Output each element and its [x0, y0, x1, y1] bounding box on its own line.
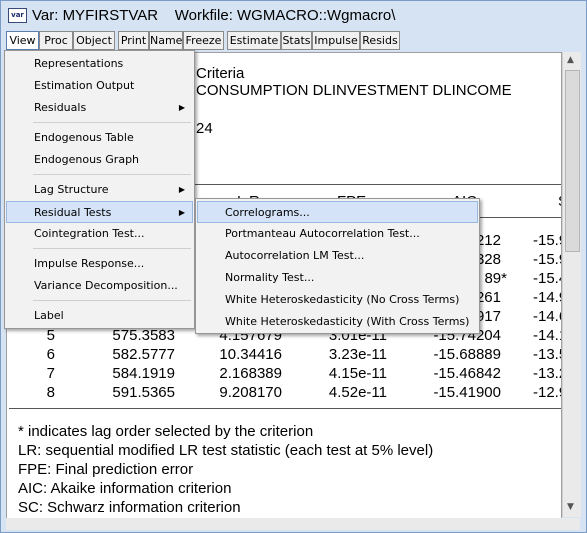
resids-button[interactable]: Resids — [360, 31, 400, 50]
sc-cell: -15.9 — [533, 232, 561, 249]
lag-cell: 6 — [46, 346, 55, 363]
menu-item-endogenous-graph[interactable]: Endogenous Graph — [6, 149, 193, 171]
sc-cell: -13.2 — [533, 365, 561, 382]
menu-item-lag-structure[interactable]: Lag Structure ▶ — [6, 179, 193, 201]
lr-cell: 9.208170 — [219, 384, 282, 401]
submenu-item-white-with-cross[interactable]: White Heteroskedasticity (With Cross Ter… — [197, 311, 478, 333]
submenu-arrow-icon: ▶ — [178, 185, 185, 194]
sc-cell: -14.6 — [533, 308, 561, 325]
stats-button[interactable]: Stats — [281, 31, 312, 50]
endogenous-variables-line: CONSUMPTION DLINVESTMENT DLINCOME — [196, 82, 512, 99]
note-line: FPE: Final prediction error — [18, 461, 194, 478]
estimate-button[interactable]: Estimate — [227, 31, 281, 50]
aic-cell: -15.41900 — [433, 384, 501, 401]
aic-cell: -15.68889 — [433, 346, 501, 363]
scroll-up-icon[interactable]: ▲ — [567, 55, 574, 65]
note-line: SC: Schwarz information criterion — [18, 499, 241, 516]
sc-cell: -13.5 — [533, 346, 561, 363]
menu-item-variance-decomposition[interactable]: Variance Decomposition... — [6, 275, 193, 297]
lr-cell: 2.168389 — [219, 365, 282, 382]
logl-cell: 575.3583 — [112, 327, 175, 344]
menu-item-label[interactable]: Label — [6, 305, 193, 327]
impulse-button[interactable]: Impulse — [312, 31, 360, 50]
menu-item-endogenous-table[interactable]: Endogenous Table — [6, 127, 193, 149]
included-observations-line: 24 — [196, 120, 213, 137]
menu-item-residual-tests[interactable]: Residual Tests ▶ — [6, 201, 193, 223]
sc-cell: -15.9 — [533, 251, 561, 268]
sc-cell: -14.9 — [533, 289, 561, 306]
criteria-title: Criteria — [196, 65, 245, 82]
freeze-button[interactable]: Freeze — [183, 31, 224, 50]
menu-item-residuals[interactable]: Residuals ▶ — [6, 97, 193, 119]
menu-separator — [33, 300, 191, 301]
residual-tests-submenu: Correlograms... Portmanteau Autocorrelat… — [195, 198, 480, 334]
horizontal-scrollbar[interactable] — [6, 518, 580, 530]
scroll-thumb[interactable] — [565, 70, 580, 252]
note-line: * indicates lag order selected by the cr… — [18, 423, 314, 440]
lr-cell: 10.34416 — [219, 346, 282, 363]
submenu-arrow-icon: ▶ — [178, 103, 185, 112]
submenu-item-lm-test[interactable]: Autocorrelation LM Test... — [197, 245, 478, 267]
view-menu: Representations Estimation Output Residu… — [4, 50, 195, 329]
menu-separator — [33, 174, 191, 175]
logl-cell: 582.5777 — [112, 346, 175, 363]
note-line: AIC: Akaike information criterion — [18, 480, 232, 497]
submenu-item-correlograms[interactable]: Correlograms... — [197, 201, 478, 223]
aic-cell: -15.46842 — [433, 365, 501, 382]
proc-button[interactable]: Proc — [39, 31, 73, 50]
print-button[interactable]: Print — [118, 31, 149, 50]
view-button[interactable]: View — [6, 31, 39, 50]
submenu-item-white-no-cross[interactable]: White Heteroskedasticity (No Cross Terms… — [197, 289, 478, 311]
fpe-cell: 4.15e-11 — [328, 365, 387, 382]
logl-cell: 591.5365 — [112, 384, 175, 401]
fpe-cell: 3.23e-11 — [328, 346, 387, 363]
title-bar[interactable]: var Var: MYFIRSTVAR Workfile: WGMACRO::W… — [1, 1, 586, 31]
sc-cell: -14.1 — [533, 327, 561, 344]
submenu-arrow-icon: ▶ — [178, 208, 185, 217]
note-line: LR: sequential modified LR test statisti… — [18, 442, 434, 459]
logl-cell: 584.1919 — [112, 365, 175, 382]
sc-cell: -12.9 — [533, 384, 561, 401]
table-bottom-rule — [9, 408, 561, 409]
submenu-item-normality-test[interactable]: Normality Test... — [197, 267, 478, 289]
submenu-item-portmanteau[interactable]: Portmanteau Autocorrelation Test... — [197, 223, 478, 245]
lag-cell: 7 — [46, 365, 55, 382]
fpe-cell: 4.52e-11 — [328, 384, 387, 401]
lag-cell: 5 — [46, 327, 55, 344]
lag-cell: 8 — [46, 384, 55, 401]
var-object-icon: var — [8, 8, 27, 23]
menu-item-representations[interactable]: Representations — [6, 53, 193, 75]
menu-item-estimation-output[interactable]: Estimation Output — [6, 75, 193, 97]
window-title: Var: MYFIRSTVAR Workfile: WGMACRO::Wgmac… — [32, 7, 396, 24]
menu-separator — [33, 122, 191, 123]
menu-item-impulse-response[interactable]: Impulse Response... — [6, 253, 193, 275]
scroll-down-icon[interactable]: ▼ — [567, 502, 574, 512]
name-button[interactable]: Name — [149, 31, 183, 50]
menu-separator — [33, 248, 191, 249]
object-button[interactable]: Object — [73, 31, 115, 50]
sc-cell: -15.4 — [533, 270, 561, 287]
menu-item-cointegration-test[interactable]: Cointegration Test... — [6, 223, 193, 245]
vertical-scrollbar[interactable]: ▲ ▼ — [562, 52, 581, 517]
